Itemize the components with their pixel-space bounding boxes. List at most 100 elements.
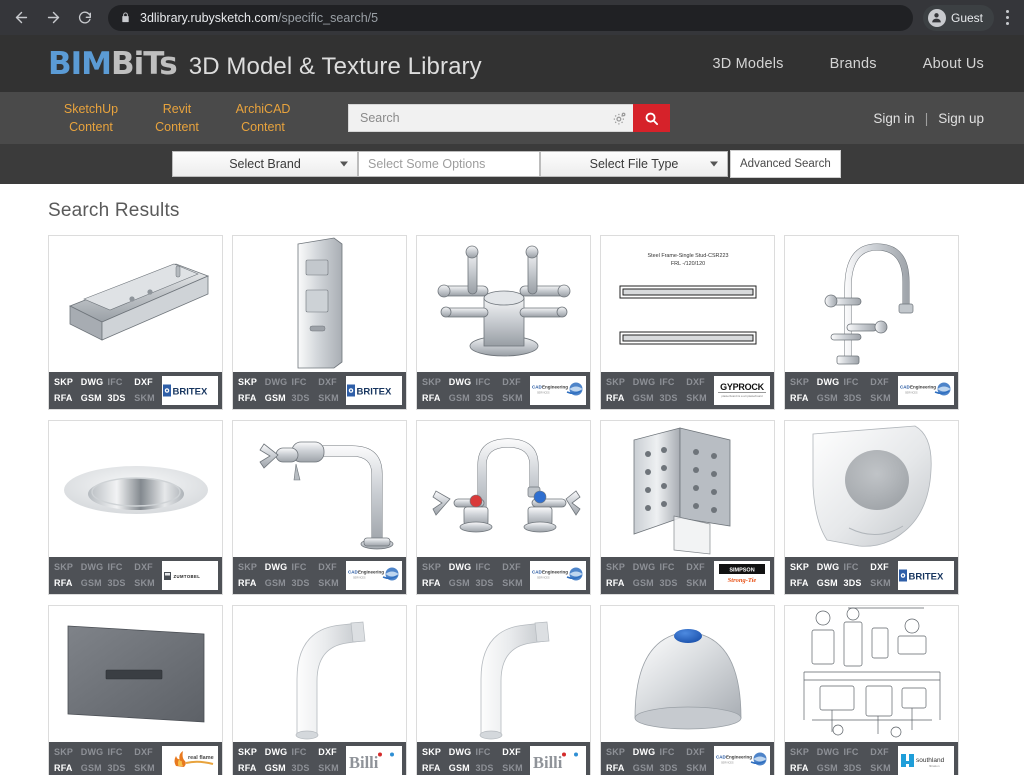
page-title: Search Results	[48, 200, 180, 221]
format-badge-skp: SKP	[422, 747, 442, 757]
format-badges: SKP DWG IFC DXF RFA GSM 3DS SKM	[238, 560, 346, 591]
select-brand-dropdown[interactable]: Select Brand	[172, 151, 358, 177]
card-britex-trough[interactable]: SKP DWG IFC DXF RFA GSM 3DS SKM BRITEX	[48, 235, 223, 410]
forward-button[interactable]	[38, 3, 68, 33]
utility-bar: SketchUp Content Revit Content ArchiCAD …	[0, 92, 1024, 144]
select-filetype-label: Select File Type	[589, 157, 679, 171]
brand-logo-britex: BRITEX	[346, 376, 402, 405]
format-badge-rfa: RFA	[790, 393, 809, 403]
svg-text:CAD: CAD	[532, 384, 542, 389]
svg-text:Billi: Billi	[533, 753, 563, 772]
format-badge-ifc: IFC	[107, 562, 123, 572]
search-group	[348, 104, 670, 132]
format-badge-gsm: GSM	[264, 393, 286, 403]
card-thumbnail-filtration-schematic	[785, 606, 958, 742]
card-simpson-strongtie-bracket[interactable]: SKP DWG IFC DXF RFA GSM 3DS SKM SIMPSON Strong-…	[600, 420, 775, 595]
card-zumtobel-downlight[interactable]: SKP DWG IFC DXF RFA GSM 3DS SKM ZUMTOBEL	[48, 420, 223, 595]
select-options-input[interactable]: Select Some Options	[358, 151, 540, 177]
select-filetype-dropdown[interactable]: Select File Type	[540, 151, 728, 177]
svg-text:Engineering: Engineering	[358, 569, 384, 574]
card-cad-engineering-manifold[interactable]: SKP DWG IFC DXF RFA GSM 3DS SKM CAD Engineering…	[416, 235, 591, 410]
format-badges: SKP DWG IFC DXF RFA GSM 3DS SKM	[606, 560, 714, 591]
format-badge-skp: SKP	[790, 562, 810, 572]
site-tagline: 3D Model & Texture Library	[188, 52, 482, 80]
nav-about-us[interactable]: About Us	[923, 56, 984, 72]
card-gyprock-steel-frame[interactable]: Steel Frame-Single Stud-CSR223 FRL -/120…	[600, 235, 775, 410]
format-badge-rfa: RFA	[54, 763, 73, 773]
card-thumbnail-recessed-downlight	[49, 421, 222, 557]
format-badge-3ds: 3DS	[291, 578, 310, 588]
card-cad-engineering-tap-tall[interactable]: SKP DWG IFC DXF RFA GSM 3DS SKM CAD Engineering…	[784, 235, 959, 410]
kebab-menu-icon[interactable]	[996, 3, 1018, 33]
sign-up-link[interactable]: Sign up	[938, 111, 984, 126]
card-billi-curved-tap-2[interactable]: SKP DWG IFC DXF RFA GSM 3DS SKM Billi	[416, 605, 591, 775]
brand-logo-gyprock: GYPROCK plasterboard its a art plasterbo…	[714, 376, 770, 405]
card-format-bar: SKP DWG IFC DXF RFA GSM 3DS SKM BRITEX	[785, 557, 958, 594]
advanced-search-label: Advanced Search	[740, 158, 831, 170]
format-badge-gsm: GSM	[632, 578, 654, 588]
format-badge-3ds: 3DS	[475, 763, 494, 773]
search-submit-button[interactable]	[633, 104, 670, 132]
card-britex-urinal[interactable]: SKP DWG IFC DXF RFA GSM 3DS SKM BRITEX	[784, 420, 959, 595]
url-path: /specific_search/5	[278, 10, 379, 25]
back-button[interactable]	[6, 3, 36, 33]
format-badge-3ds: 3DS	[291, 763, 310, 773]
format-badge-skm: SKM	[870, 578, 891, 588]
brand-logo-simpson: SIMPSON Strong-Tie	[714, 561, 770, 590]
search-input[interactable]	[360, 111, 606, 125]
format-badge-dxf: DXF	[686, 747, 705, 757]
auth-links: Sign in | Sign up	[873, 111, 984, 126]
brand-logo-britex: BRITEX	[162, 376, 218, 405]
format-badge-skm: SKM	[502, 578, 523, 588]
card-format-bar: SKP DWG IFC DXF RFA GSM 3DS SKM CAD Engineering…	[417, 557, 590, 594]
format-badge-dwg: DWG	[80, 747, 104, 757]
advanced-search-button[interactable]: Advanced Search	[730, 150, 841, 178]
svg-text:BRITEX: BRITEX	[909, 572, 945, 583]
card-billi-curved-tap-1[interactable]: SKP DWG IFC DXF RFA GSM 3DS SKM Billi	[232, 605, 407, 775]
link-revit-content[interactable]: Revit Content	[134, 100, 220, 136]
sketchup-line1: SketchUp	[63, 101, 119, 116]
logo-bits: BiTs	[111, 45, 178, 82]
card-format-bar: SKP DWG IFC DXF RFA GSM 3DS SKM CAD Engineering…	[417, 372, 590, 409]
site-logo[interactable]: BIMBiTs 3D Model & Texture Library	[48, 46, 482, 82]
card-format-bar: SKP DWG IFC DXF RFA GSM 3DS SKM real flame	[49, 742, 222, 775]
card-thumbnail-stainless-trough-sink	[49, 236, 222, 372]
format-badge-3ds: 3DS	[843, 393, 862, 403]
card-real-flame-flush-plate[interactable]: SKP DWG IFC DXF RFA GSM 3DS SKM real flame	[48, 605, 223, 775]
gear-icon[interactable]	[612, 111, 627, 126]
reload-button[interactable]	[70, 3, 100, 33]
nav-brands[interactable]: Brands	[830, 56, 877, 72]
card-britex-panel[interactable]: SKP DWG IFC DXF RFA GSM 3DS SKM BRITEX	[232, 235, 407, 410]
format-badges: SKP DWG IFC DXF RFA GSM 3DS SKM	[54, 375, 162, 406]
card-format-bar: SKP DWG IFC DXF RFA GSM 3DS SKM southland filtr…	[785, 742, 958, 775]
format-badge-skm: SKM	[686, 763, 707, 773]
results-section: Search Results SKP DWG IFC DXF RFA GSM 3DS SKM …	[0, 184, 1024, 775]
address-bar[interactable]: 3dlibrary.rubysketch.com/specific_search…	[108, 4, 913, 31]
format-badge-ifc: IFC	[843, 562, 859, 572]
svg-text:SERVICES: SERVICES	[905, 391, 918, 394]
logo-bim: BIM	[48, 45, 112, 82]
card-southland-filtration-schematic[interactable]: SKP DWG IFC DXF RFA GSM 3DS SKM southland filtr…	[784, 605, 959, 775]
format-badge-skm: SKM	[502, 393, 523, 403]
format-badge-dwg: DWG	[632, 747, 656, 757]
nav-3d-models[interactable]: 3D Models	[712, 56, 783, 72]
search-field[interactable]	[348, 104, 633, 132]
svg-text:CAD: CAD	[716, 754, 726, 759]
profile-chip[interactable]: Guest	[922, 4, 994, 31]
format-badge-ifc: IFC	[475, 562, 491, 572]
format-badge-dxf: DXF	[502, 377, 521, 387]
format-badge-ifc: IFC	[291, 562, 307, 572]
svg-text:CAD: CAD	[900, 384, 910, 389]
svg-text:CAD: CAD	[348, 569, 358, 574]
card-cad-engineering-mixer-tap[interactable]: SKP DWG IFC DXF RFA GSM 3DS SKM CAD Engineering…	[416, 420, 591, 595]
format-badge-rfa: RFA	[422, 763, 441, 773]
card-cad-engineering-emergency-dome[interactable]: SKP DWG IFC DXF RFA GSM 3DS SKM CAD Engineering…	[600, 605, 775, 775]
card-cad-engineering-swivel-tap[interactable]: SKP DWG IFC DXF RFA GSM 3DS SKM CAD Engineering…	[232, 420, 407, 595]
link-archicad-content[interactable]: ArchiCAD Content	[220, 100, 306, 136]
sign-in-link[interactable]: Sign in	[873, 111, 914, 126]
link-sketchup-content[interactable]: SketchUp Content	[48, 100, 134, 136]
format-badge-skm: SKM	[318, 393, 339, 403]
format-badge-gsm: GSM	[80, 763, 102, 773]
svg-text:SERVICES: SERVICES	[537, 576, 550, 579]
svg-text:BRITEX: BRITEX	[173, 387, 209, 398]
